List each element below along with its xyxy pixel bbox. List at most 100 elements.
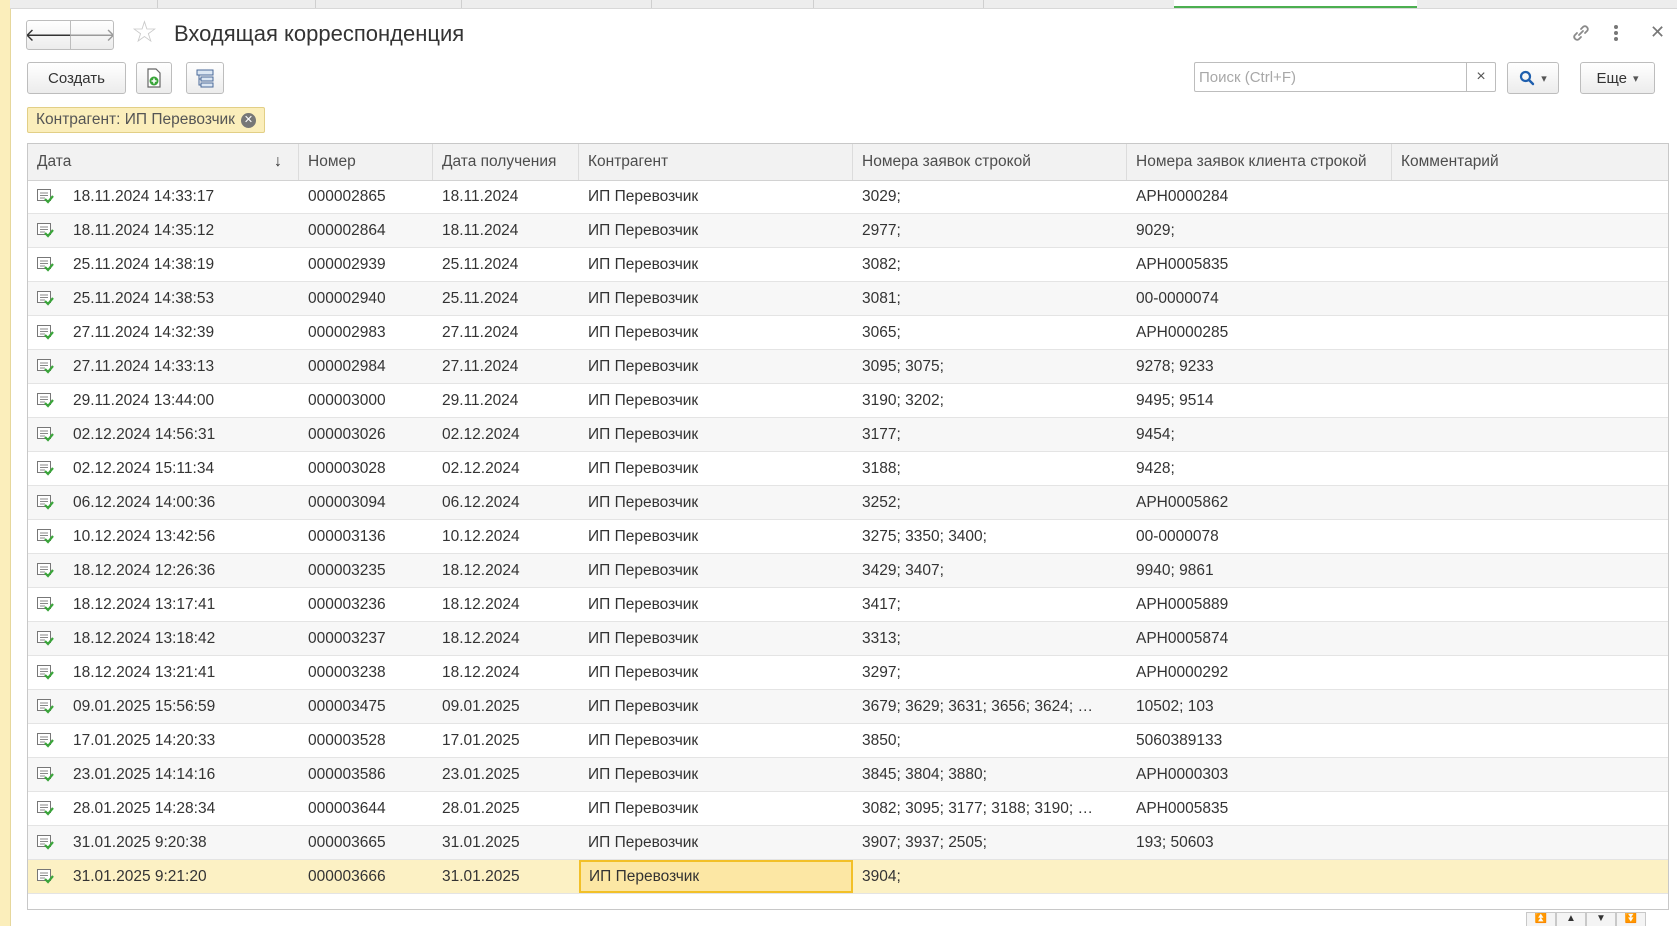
- table-row[interactable]: 18.12.2024 13:21:41 000003238 18.12.2024 ИП…: [28, 656, 1668, 690]
- cell-client-order-numbers[interactable]: АРН0000303: [1127, 758, 1392, 791]
- cell-counterparty[interactable]: ИП Перевозчик: [579, 724, 853, 757]
- cell-client-order-numbers[interactable]: 9454;: [1127, 418, 1392, 451]
- cell-number[interactable]: 000003666: [299, 860, 433, 893]
- cell-date[interactable]: 10.12.2024 13:42:56: [64, 520, 299, 553]
- cell-date[interactable]: 18.12.2024 13:18:42: [64, 622, 299, 655]
- cell-received-date[interactable]: 31.01.2025: [433, 860, 579, 893]
- table-row[interactable]: 29.11.2024 13:44:00 000003000 29.11.2024 ИП…: [28, 384, 1668, 418]
- cell-date[interactable]: 27.11.2024 14:32:39: [64, 316, 299, 349]
- table-row[interactable]: 10.12.2024 13:42:56 000003136 10.12.2024 ИП…: [28, 520, 1668, 554]
- cell-date[interactable]: 09.01.2025 15:56:59: [64, 690, 299, 723]
- cell-number[interactable]: 000003235: [299, 554, 433, 587]
- cell-order-numbers[interactable]: 2977;: [853, 214, 1127, 247]
- cell-order-numbers[interactable]: 3297;: [853, 656, 1127, 689]
- table-row[interactable]: 27.11.2024 14:33:13 000002984 27.11.2024 ИП…: [28, 350, 1668, 384]
- search-input[interactable]: [1195, 64, 1466, 90]
- cell-client-order-numbers[interactable]: 00-0000078: [1127, 520, 1392, 553]
- cell-number[interactable]: 000002939: [299, 248, 433, 281]
- cell-date[interactable]: 02.12.2024 14:56:31: [64, 418, 299, 451]
- sort-descending-icon[interactable]: ↓: [274, 144, 282, 180]
- cell-received-date[interactable]: 06.12.2024: [433, 486, 579, 519]
- cell-date[interactable]: 18.12.2024 13:21:41: [64, 656, 299, 689]
- cell-counterparty[interactable]: ИП Перевозчик: [579, 826, 853, 859]
- cell-date[interactable]: 28.01.2025 14:28:34: [64, 792, 299, 825]
- table-row[interactable]: 02.12.2024 15:11:34 000003028 02.12.2024 ИП…: [28, 452, 1668, 486]
- cell-received-date[interactable]: 25.11.2024: [433, 282, 579, 315]
- cell-received-date[interactable]: 28.01.2025: [433, 792, 579, 825]
- cell-number[interactable]: 000003528: [299, 724, 433, 757]
- cell-comment[interactable]: [1392, 316, 1668, 349]
- table-row[interactable]: 09.01.2025 15:56:59 000003475 09.01.2025 ИП…: [28, 690, 1668, 724]
- cell-order-numbers[interactable]: 3313;: [853, 622, 1127, 655]
- cell-counterparty[interactable]: ИП Перевозчик: [579, 588, 853, 621]
- table-row[interactable]: 25.11.2024 14:38:19 000002939 25.11.2024 ИП…: [28, 248, 1668, 282]
- column-header[interactable]: Номер: [299, 144, 433, 180]
- cell-client-order-numbers[interactable]: АРН0005889: [1127, 588, 1392, 621]
- cell-received-date[interactable]: 10.12.2024: [433, 520, 579, 553]
- cell-counterparty[interactable]: ИП Перевозчик: [579, 656, 853, 689]
- cell-counterparty[interactable]: ИП Перевозчик: [579, 690, 853, 723]
- cell-counterparty[interactable]: ИП Перевозчик: [579, 282, 853, 315]
- cell-date[interactable]: 18.11.2024 14:33:17: [64, 180, 299, 213]
- table-row[interactable]: 06.12.2024 14:00:36 000003094 06.12.2024 ИП…: [28, 486, 1668, 520]
- cell-counterparty[interactable]: ИП Перевозчик: [579, 316, 853, 349]
- cell-client-order-numbers[interactable]: 193; 50603: [1127, 826, 1392, 859]
- cell-order-numbers[interactable]: 3190; 3202;: [853, 384, 1127, 417]
- cell-comment[interactable]: [1392, 792, 1668, 825]
- cell-client-order-numbers[interactable]: 10502; 103: [1127, 690, 1392, 723]
- cell-received-date[interactable]: 18.11.2024: [433, 214, 579, 247]
- cell-number[interactable]: 000003000: [299, 384, 433, 417]
- cell-received-date[interactable]: 18.12.2024: [433, 554, 579, 587]
- cell-order-numbers[interactable]: 3082; 3095; 3177; 3188; 3190; …: [853, 792, 1127, 825]
- table-row[interactable]: 18.12.2024 13:18:42 000003237 18.12.2024 ИП…: [28, 622, 1668, 656]
- column-header[interactable]: Контрагент: [579, 144, 853, 180]
- scroll-to-bottom-button[interactable]: ⏬: [1616, 912, 1646, 926]
- column-header[interactable]: Дата получения: [433, 144, 579, 180]
- cell-order-numbers[interactable]: 3082;: [853, 248, 1127, 281]
- active-window-tab[interactable]: [1174, 0, 1417, 8]
- cell-order-numbers[interactable]: 3904;: [853, 860, 1127, 893]
- cell-order-numbers[interactable]: 3177;: [853, 418, 1127, 451]
- scroll-up-button[interactable]: ▲: [1556, 912, 1586, 926]
- cell-date[interactable]: 06.12.2024 14:00:36: [64, 486, 299, 519]
- cell-date[interactable]: 02.12.2024 15:11:34: [64, 452, 299, 485]
- column-header[interactable]: Номера заявок клиента строкой: [1127, 144, 1392, 180]
- table-row[interactable]: 18.12.2024 12:26:36 000003235 18.12.2024 ИП…: [28, 554, 1668, 588]
- cell-received-date[interactable]: 09.01.2025: [433, 690, 579, 723]
- table-row[interactable]: 23.01.2025 14:14:16 000003586 23.01.2025 ИП…: [28, 758, 1668, 792]
- table-row[interactable]: 31.01.2025 9:20:38 000003665 31.01.2025 ИП …: [28, 826, 1668, 860]
- cell-order-numbers[interactable]: 3679; 3629; 3631; 3656; 3624; …: [853, 690, 1127, 723]
- cell-comment[interactable]: [1392, 554, 1668, 587]
- cell-number[interactable]: 000003475: [299, 690, 433, 723]
- cell-number[interactable]: 000003665: [299, 826, 433, 859]
- table-row[interactable]: 17.01.2025 14:20:33 000003528 17.01.2025 ИП…: [28, 724, 1668, 758]
- cell-number[interactable]: 000002865: [299, 180, 433, 213]
- cell-counterparty[interactable]: ИП Перевозчик: [579, 758, 853, 791]
- cell-number[interactable]: 000002864: [299, 214, 433, 247]
- cell-date[interactable]: 27.11.2024 14:33:13: [64, 350, 299, 383]
- cell-received-date[interactable]: 17.01.2025: [433, 724, 579, 757]
- cell-comment[interactable]: [1392, 350, 1668, 383]
- search-button[interactable]: ▾: [1507, 62, 1559, 94]
- cell-order-numbers[interactable]: 3850;: [853, 724, 1127, 757]
- cell-date[interactable]: 31.01.2025 9:21:20: [64, 860, 299, 893]
- cell-received-date[interactable]: 23.01.2025: [433, 758, 579, 791]
- cell-order-numbers[interactable]: 3417;: [853, 588, 1127, 621]
- cell-received-date[interactable]: 18.11.2024: [433, 180, 579, 213]
- cell-counterparty[interactable]: ИП Перевозчик: [579, 350, 853, 383]
- table-row[interactable]: 18.11.2024 14:33:17 000002865 18.11.2024 ИП…: [28, 180, 1668, 214]
- cell-comment[interactable]: [1392, 656, 1668, 689]
- scroll-to-top-button[interactable]: ⏫: [1526, 912, 1556, 926]
- cell-number[interactable]: 000002984: [299, 350, 433, 383]
- cell-comment[interactable]: [1392, 622, 1668, 655]
- cell-comment[interactable]: [1392, 282, 1668, 315]
- cell-date[interactable]: 25.11.2024 14:38:19: [64, 248, 299, 281]
- cell-date[interactable]: 23.01.2025 14:14:16: [64, 758, 299, 791]
- column-header[interactable]: Дата ↓: [28, 144, 299, 180]
- cell-comment[interactable]: [1392, 384, 1668, 417]
- cell-order-numbers[interactable]: 3081;: [853, 282, 1127, 315]
- table-row[interactable]: 28.01.2025 14:28:34 000003644 28.01.2025 ИП…: [28, 792, 1668, 826]
- cell-comment[interactable]: [1392, 486, 1668, 519]
- table-row[interactable]: 25.11.2024 14:38:53 000002940 25.11.2024 ИП…: [28, 282, 1668, 316]
- cell-date[interactable]: 18.12.2024 13:17:41: [64, 588, 299, 621]
